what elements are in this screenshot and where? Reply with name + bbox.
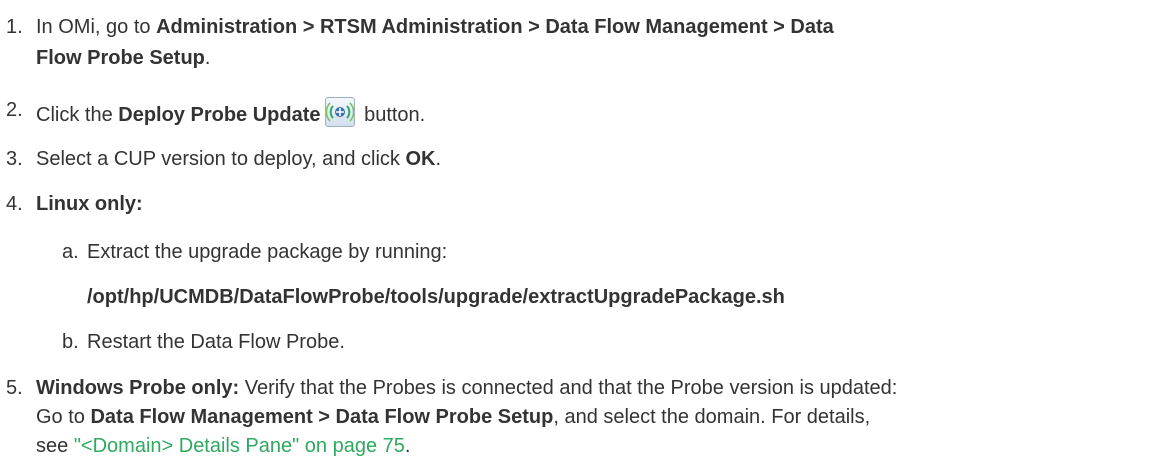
step-2-post: button. bbox=[358, 104, 426, 126]
step-1-path-2: Flow Probe Setup bbox=[36, 47, 205, 69]
step-4-number: 4. bbox=[6, 193, 23, 215]
step-1-text: In OMi, go to Administration > RTSM Admi… bbox=[36, 14, 834, 40]
step-4b-text-wrap: Restart the Data Flow Probe. bbox=[87, 329, 345, 355]
step-5-line-1: Windows Probe only: Verify that the Prob… bbox=[36, 375, 897, 401]
step-4-label: Linux only: bbox=[36, 193, 143, 215]
step-2-number: 2. bbox=[6, 99, 23, 121]
step-4a-text-wrap: Extract the upgrade package by running: bbox=[87, 239, 447, 265]
step-3-pre: Select a CUP version to deploy, and clic… bbox=[36, 148, 406, 170]
step-1-line-1: 1. bbox=[6, 14, 23, 40]
step-2-number-wrap: 2. bbox=[6, 97, 23, 123]
step-3-text: Select a CUP version to deploy, and clic… bbox=[36, 146, 441, 172]
step-4-label-wrap: Linux only: bbox=[36, 191, 143, 217]
step-2-pre: Click the bbox=[36, 104, 119, 126]
step-3-post: . bbox=[435, 148, 442, 170]
step-5-number: 5. bbox=[6, 377, 23, 399]
step-5-post-2: , and select the domain. For details, bbox=[553, 406, 871, 428]
step-5-label: Windows Probe only: bbox=[36, 377, 240, 399]
step-4a-command: /opt/hp/UCMDB/DataFlowProbe/tools/upgrad… bbox=[87, 286, 785, 308]
step-5-number-wrap: 5. bbox=[6, 375, 23, 401]
step-4a-text: Extract the upgrade package by running: bbox=[87, 241, 448, 263]
step-5-post-3: . bbox=[404, 435, 411, 457]
step-1-path-1: Administration > RTSM Administration > D… bbox=[156, 16, 834, 38]
step-5-pre-2: Go to bbox=[36, 406, 91, 428]
step-3-number-wrap: 3. bbox=[6, 146, 23, 172]
step-1-post: . bbox=[204, 47, 211, 69]
step-3-number: 3. bbox=[6, 148, 23, 170]
step-5-text-1: Verify that the Probes is connected and … bbox=[239, 377, 898, 399]
step-2-text: Click the Deploy Probe Update button. bbox=[36, 97, 425, 128]
step-4b-text: Restart the Data Flow Probe. bbox=[87, 331, 345, 353]
domain-details-pane-link[interactable]: "<Domain> Details Pane" on page 75 bbox=[74, 435, 405, 457]
step-5-line-2: Go to Data Flow Management > Data Flow P… bbox=[36, 404, 870, 430]
step-1-number: 1. bbox=[6, 16, 23, 38]
step-3-ok: OK bbox=[405, 148, 436, 170]
step-5-line-3: see "<Domain> Details Pane" on page 75. bbox=[36, 433, 410, 459]
step-5-path: Data Flow Management > Data Flow Probe S… bbox=[90, 406, 554, 428]
step-4a-command-wrap: /opt/hp/UCMDB/DataFlowProbe/tools/upgrad… bbox=[87, 284, 785, 310]
step-4b-number-wrap: b. bbox=[62, 329, 79, 355]
step-4b-number: b. bbox=[62, 331, 79, 353]
step-1-pre: In OMi, go to bbox=[36, 16, 157, 38]
step-1-text-cont: Flow Probe Setup. bbox=[36, 45, 210, 71]
step-2-button-name: Deploy Probe Update bbox=[118, 104, 321, 126]
step-4-number-wrap: 4. bbox=[6, 191, 23, 217]
step-4a-number-wrap: a. bbox=[62, 239, 79, 265]
step-5-pre-3: see bbox=[36, 435, 74, 457]
step-4a-number: a. bbox=[62, 241, 79, 263]
deploy-probe-update-icon bbox=[324, 97, 355, 127]
